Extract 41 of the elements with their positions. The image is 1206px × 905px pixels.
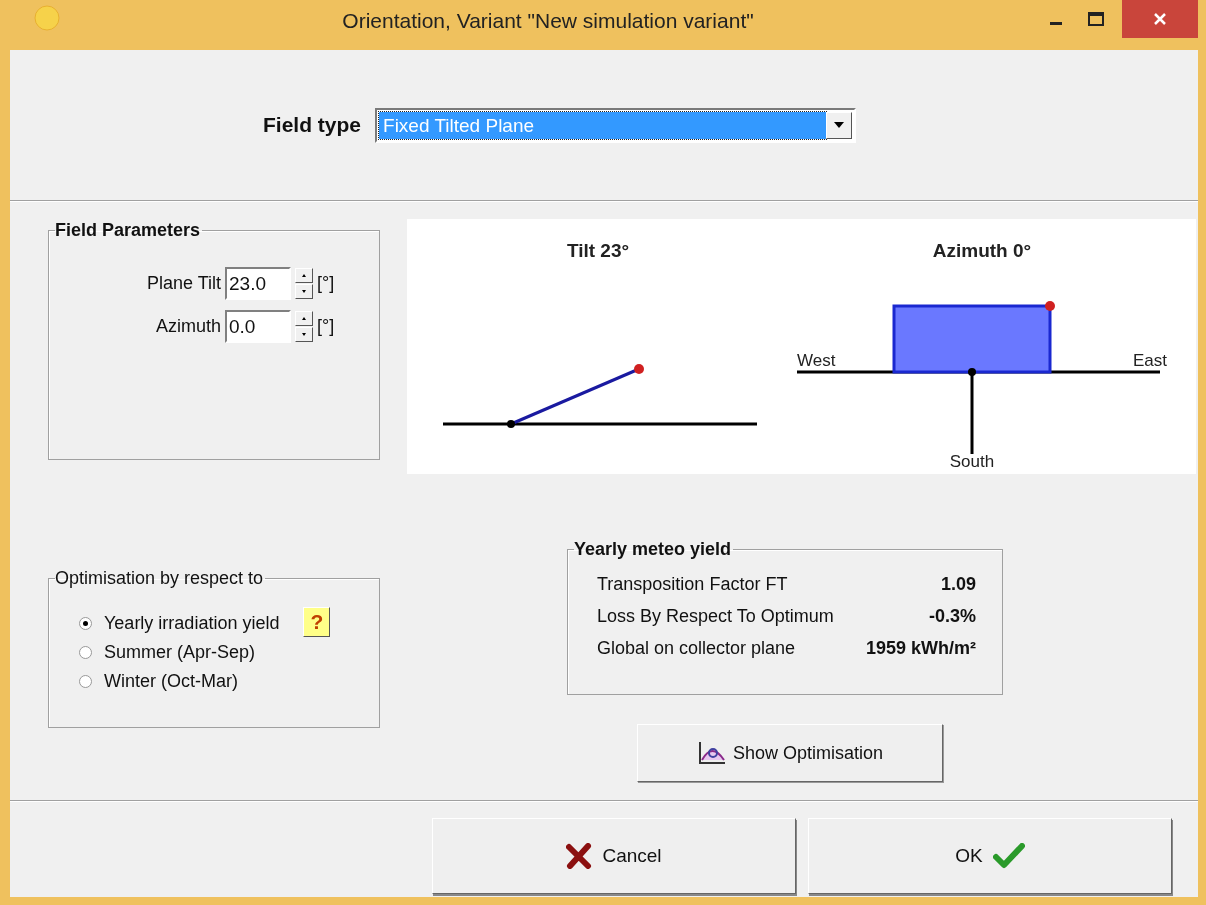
unit-label: [°] xyxy=(317,273,336,294)
diagram-title: Tilt 23° xyxy=(566,240,630,261)
unit-label: [°] xyxy=(317,316,336,337)
maximize-icon xyxy=(1088,12,1104,26)
number-field[interactable]: 23.0 xyxy=(225,267,291,300)
direction-label: South xyxy=(949,452,995,471)
check-icon xyxy=(992,843,1025,869)
yield-value: 1959 kWh/m² xyxy=(864,638,976,659)
ok-button[interactable]: OK xyxy=(808,818,1172,894)
radio-option[interactable]: Summer (Apr-Sep) xyxy=(79,642,280,663)
number-field[interactable]: 0.0 xyxy=(225,310,291,343)
group-title: Yearly meteo yield xyxy=(574,539,733,560)
yield-label: Loss By Respect To Optimum xyxy=(597,606,835,627)
cross-icon xyxy=(566,843,593,869)
spin-up-button[interactable] xyxy=(295,311,313,326)
radio-option[interactable]: Yearly irradiation yield xyxy=(79,613,280,634)
spin-down-button[interactable] xyxy=(295,284,313,299)
group-title: Optimisation by respect to xyxy=(55,568,265,589)
direction-label: West xyxy=(797,351,836,370)
yield-label: Transposition Factor FT xyxy=(597,574,789,595)
radio-option[interactable]: Winter (Oct-Mar) xyxy=(79,671,280,692)
direction-label: East xyxy=(1132,351,1167,370)
field-label: Plane Tilt xyxy=(145,273,221,294)
yield-value: -0.3% xyxy=(927,606,976,627)
field-label: Azimuth xyxy=(154,316,221,337)
spin-up-button[interactable] xyxy=(295,268,313,283)
group-title: Field Parameters xyxy=(55,220,202,241)
yield-label: Global on collector plane xyxy=(597,638,797,659)
spin-down-button[interactable] xyxy=(295,327,313,342)
dropdown-arrow-icon xyxy=(834,122,845,128)
diagram-title: Azimuth 0° xyxy=(932,240,1032,261)
show-optimisation-button[interactable]: Show Optimisation xyxy=(637,724,943,782)
help-button[interactable]: ? xyxy=(303,607,331,637)
field-type-label: Field type xyxy=(263,113,362,137)
app-icon xyxy=(34,5,60,31)
yield-value: 1.09 xyxy=(939,574,976,595)
cancel-button[interactable]: Cancel xyxy=(432,818,796,894)
window-title: Orientation, Variant "New simulation variant" xyxy=(341,9,755,33)
minimize-icon xyxy=(1050,21,1062,25)
chart-icon xyxy=(696,740,727,766)
close-icon xyxy=(1153,12,1167,26)
